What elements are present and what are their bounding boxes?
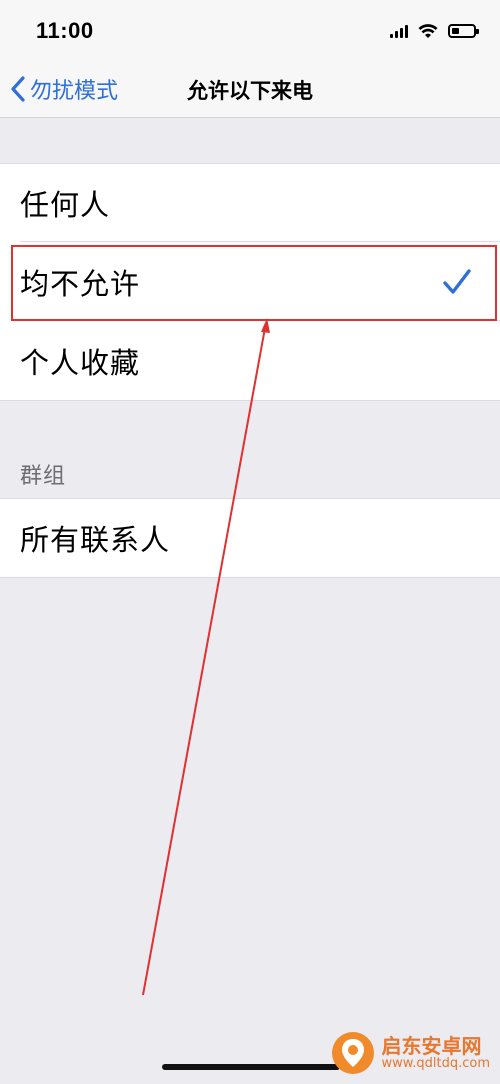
option-row-anyone[interactable]: 任何人 bbox=[0, 164, 500, 242]
group-row-all-contacts[interactable]: 所有联系人 bbox=[0, 499, 500, 577]
status-bar: 11:00 bbox=[0, 0, 500, 60]
annotation-highlight-box bbox=[11, 245, 497, 321]
battery-level-fill bbox=[452, 28, 459, 34]
option-row-favorites[interactable]: 个人收藏 bbox=[0, 322, 500, 400]
option-label: 个人收藏 bbox=[20, 346, 141, 380]
home-indicator[interactable] bbox=[162, 1064, 340, 1070]
watermark-logo: 启东安卓网 www.qdltdq.com bbox=[330, 1030, 490, 1076]
watermark-icon bbox=[331, 1032, 374, 1074]
groups-section: 所有联系人 bbox=[0, 498, 500, 578]
page-title: 允许以下来电 bbox=[187, 79, 313, 103]
group-label: 所有联系人 bbox=[20, 523, 171, 557]
section-header-groups: 群组 bbox=[20, 464, 67, 489]
option-label: 任何人 bbox=[20, 188, 111, 222]
watermark-name: 启东安卓网 bbox=[381, 1033, 482, 1058]
row-separator bbox=[20, 241, 500, 242]
cellular-signal-icon bbox=[390, 24, 408, 38]
status-icons bbox=[390, 20, 479, 42]
watermark-url: www.qdltdq.com bbox=[381, 1055, 490, 1071]
battery-icon bbox=[448, 24, 479, 38]
navigation-bar: 勿扰模式 允许以下来电 bbox=[0, 60, 500, 118]
wifi-icon bbox=[418, 24, 438, 38]
status-time: 11:00 bbox=[36, 18, 94, 43]
